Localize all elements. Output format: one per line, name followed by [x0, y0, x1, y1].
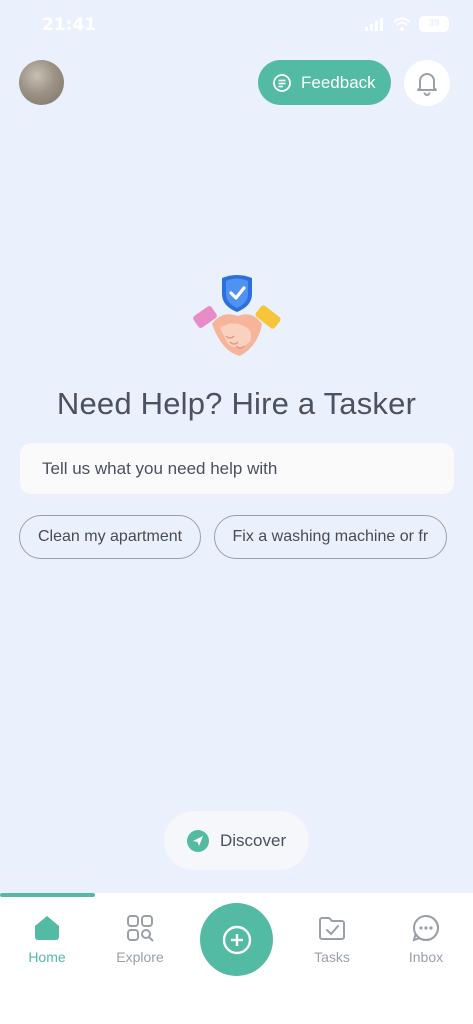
signal-icon	[365, 18, 383, 31]
plus-icon	[222, 925, 251, 954]
nav-label-explore: Explore	[116, 949, 164, 965]
discover-button[interactable]: Discover	[164, 811, 309, 870]
suggestion-chip[interactable]: Fix a washing machine or fr	[213, 515, 448, 559]
tasks-icon	[319, 917, 345, 940]
discover-label: Discover	[220, 830, 287, 850]
wifi-icon	[393, 17, 411, 31]
hero-title: Need Help? Hire a Tasker	[56, 386, 417, 421]
nav-label-inbox: Inbox	[408, 949, 444, 965]
handshake-shield-illustration	[193, 275, 281, 356]
nav-item-tasks[interactable]: Tasks	[292, 913, 372, 965]
inbox-icon	[412, 915, 439, 942]
create-task-button[interactable]	[200, 903, 273, 976]
feedback-button[interactable]: Feedback	[258, 60, 391, 105]
help-request-input[interactable]: Tell us what you need help with	[19, 442, 455, 495]
status-bar: 21:41 39	[0, 0, 473, 52]
battery-indicator: 39	[419, 16, 449, 32]
feedback-label: Feedback	[301, 72, 376, 92]
feedback-icon	[273, 73, 291, 92]
suggestion-chip[interactable]: Clean my apartment	[19, 515, 202, 559]
nav-item-explore[interactable]: Explore	[100, 913, 180, 965]
bottom-nav: Home Explore Tasks Inbox	[0, 893, 473, 1024]
suggestion-chips: Clean my apartment Fix a washing machine…	[19, 515, 455, 560]
avatar[interactable]	[19, 60, 64, 105]
nav-label-home: Home	[28, 949, 66, 965]
nav-item-home[interactable]: Home	[7, 913, 87, 965]
home-icon	[35, 916, 59, 940]
discover-send-icon	[187, 829, 209, 852]
status-icons: 39	[365, 16, 449, 32]
bell-icon	[417, 73, 437, 96]
notifications-button[interactable]	[404, 60, 450, 106]
nav-item-inbox[interactable]: Inbox	[386, 913, 466, 965]
status-time: 21:41	[42, 15, 97, 35]
explore-icon	[127, 915, 154, 942]
nav-active-indicator	[0, 893, 95, 897]
nav-label-tasks: Tasks	[314, 949, 350, 965]
